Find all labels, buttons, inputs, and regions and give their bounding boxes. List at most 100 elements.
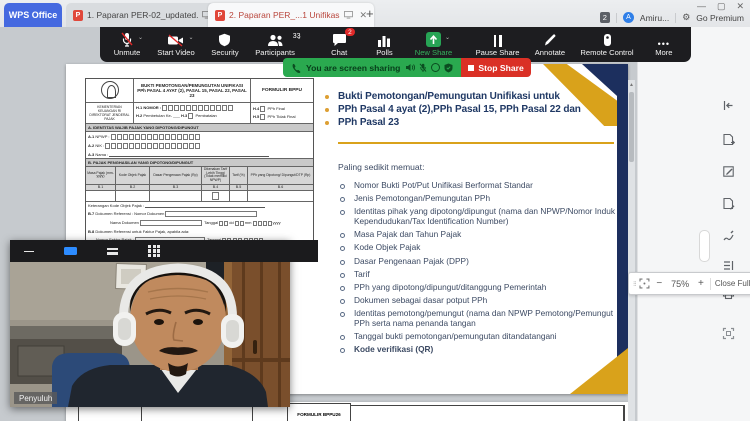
- divider: [616, 13, 617, 23]
- divider: [710, 278, 711, 290]
- title-bullet-dot: [325, 121, 329, 125]
- active-speaker-view-icon[interactable]: [64, 247, 77, 255]
- participant-video-window[interactable]: —: [10, 240, 290, 407]
- section-b-empty-row: [86, 191, 313, 202]
- edit-doc-icon[interactable]: [718, 161, 738, 181]
- export-doc-icon[interactable]: [718, 129, 738, 149]
- tab-paparan-per02[interactable]: P 1. Paparan PER-02_updated.pdf: [66, 3, 218, 27]
- ellipsis-icon: •••: [658, 32, 670, 47]
- annotate-doc-icon[interactable]: [718, 193, 738, 213]
- chat-button[interactable]: 2 Chat: [324, 32, 354, 57]
- screen: WPS Office P 1. Paparan PER-02_updated.p…: [0, 0, 750, 421]
- fit-screen-icon[interactable]: [639, 278, 650, 289]
- chevron-down-icon[interactable]: ⌄: [445, 34, 450, 41]
- close-button[interactable]: ✕: [736, 1, 744, 12]
- new-share-button[interactable]: ⌄ New Share: [415, 32, 453, 57]
- bullet-item: Jenis Pemotongan/Pemungutan PPh: [338, 194, 620, 204]
- keterangan-row: Keterangan Kode Objek Pajak :: [86, 202, 313, 210]
- new-tab-button[interactable]: +: [366, 6, 374, 21]
- unmute-button[interactable]: ⌄ Unmute: [112, 32, 142, 57]
- close-fullscreen-button[interactable]: Close Full S: [715, 279, 750, 288]
- article-26-title: ARTICLE 26: [142, 406, 253, 421]
- pdf-scrollbar[interactable]: ▲: [628, 80, 635, 421]
- account-name[interactable]: Amiru...: [640, 13, 669, 23]
- polls-icon: [377, 32, 391, 47]
- zoom-in-button[interactable]: +: [696, 278, 706, 289]
- sign-stamp-icon[interactable]: [718, 225, 738, 245]
- wps-office-button[interactable]: WPS Office: [4, 3, 62, 27]
- participants-button[interactable]: 33 ⌄ Participants: [255, 32, 295, 57]
- nik-row: A.2 NIK :: [86, 141, 313, 150]
- go-premium-button[interactable]: Go Premium: [696, 13, 744, 23]
- remote-control-button[interactable]: Remote Control: [580, 32, 633, 57]
- shield-check-icon: [444, 63, 453, 73]
- kemenkeu-logo: [101, 81, 119, 99]
- drag-handle-icon[interactable]: ⁝⁝: [633, 280, 635, 288]
- nama-row: A.3 Nama :: [86, 150, 313, 159]
- slide-bullet-list: Nomor Bukti Pot/Put Unifikasi Berformat …: [338, 181, 620, 359]
- polls-button[interactable]: Polls: [369, 32, 399, 57]
- stop-share-button[interactable]: Stop Share: [461, 58, 530, 77]
- scrollbar-thumb[interactable]: [629, 92, 634, 162]
- tab-paparan-unifikasi[interactable]: P 2. Paparan PER_...1 Unifikasi.pdf ✕: [208, 3, 374, 27]
- share-screen-icon: ⌄: [426, 32, 441, 47]
- bullet-item: PPh yang dipotong/dipungut/ditanggung Pe…: [338, 283, 620, 293]
- avatar[interactable]: A: [623, 12, 634, 23]
- title-bullet-dot: [325, 108, 329, 112]
- slide-intro: Paling sedikit memuat:: [338, 162, 424, 172]
- screenshot-icon[interactable]: [718, 323, 738, 343]
- start-video-button[interactable]: ⌄ Start Video: [157, 32, 194, 57]
- gallery-view-icon[interactable]: [148, 245, 160, 257]
- tax-form-image: BUKTI PEMOTONGAN/PEMUNGUTAN UNIFIKASI PP…: [85, 78, 314, 255]
- share-banner-message: You are screen sharing: [306, 63, 400, 73]
- bullet-item: Tarif: [338, 270, 620, 280]
- minimize-video-icon[interactable]: —: [24, 246, 34, 257]
- form-title2: PPh PASAL 4 AYAT (2), PASAL 15, PASAL 22…: [136, 88, 248, 98]
- bullet-item: Masa Pajak dan Tahun Pajak: [338, 230, 620, 240]
- list-view-icon[interactable]: [107, 248, 118, 255]
- tab-count-badge: 2: [600, 12, 610, 23]
- chevron-down-icon[interactable]: ⌄: [138, 34, 143, 41]
- bullet-item: Identitas pihak yang dipotong/dipungut (…: [338, 207, 620, 227]
- video-off-icon: ⌄: [167, 32, 184, 47]
- minimize-button[interactable]: —: [697, 1, 706, 12]
- form-nomor-row: H.1 NOMOR :: [136, 105, 248, 111]
- chat-icon: 2: [332, 32, 347, 47]
- zoom-level[interactable]: 75%: [668, 279, 692, 289]
- remote-control-icon: [603, 32, 612, 47]
- scroll-up-icon[interactable]: ▲: [628, 82, 635, 88]
- panel-scrollbar-thumb[interactable]: [699, 230, 710, 262]
- zoom-meeting-toolbar: ⌄ Unmute ⌄ Start Video Security 33 ⌄ Par…: [100, 27, 691, 62]
- npwp-row: A.1 NPWP :: [86, 132, 313, 141]
- next-page-form-header: ARTICLE 26: [78, 405, 625, 421]
- video-window-titlebar: —: [10, 240, 318, 262]
- security-button[interactable]: Security: [210, 32, 240, 57]
- participants-icon: 33 ⌄: [267, 32, 284, 47]
- bullet-item: Dokumen sebagai dasar potput PPh: [338, 296, 620, 306]
- b7-row: B.7 Dokumen Referensi : Nomor Dokumen: [86, 210, 313, 219]
- pencil-icon: [543, 32, 557, 47]
- screen-share-banner: You are screen sharing Stop Share: [283, 58, 531, 77]
- video-feed: Penyuluh: [10, 262, 290, 407]
- maximize-button[interactable]: ▢: [717, 1, 726, 12]
- section-b-header: B. PAJAK PENGHASILAN YANG DIPOTONG/DIPUN…: [86, 159, 313, 167]
- phone-icon: [291, 63, 301, 73]
- collapse-panel-icon[interactable]: [718, 95, 738, 115]
- stop-icon: [468, 65, 474, 71]
- bullet-item: Nomor Bukti Pot/Put Unifikasi Berformat …: [338, 181, 620, 191]
- chevron-down-icon[interactable]: ⌄: [297, 34, 302, 41]
- shield-icon: [218, 32, 231, 47]
- pause-share-button[interactable]: Pause Share: [476, 32, 520, 57]
- bullet-item: Tanggal bukti pemotongan/pemungutan dita…: [338, 332, 620, 342]
- formulir-bppu26-label: FORMULIR BPPU26: [287, 403, 351, 421]
- annotate-button[interactable]: Annotate: [535, 32, 565, 57]
- bullet-item: Kode Objek Pajak: [338, 243, 620, 253]
- chat-badge: 2: [345, 28, 355, 36]
- pph-tidak-final-row: H.5 PPh Tidak Final: [253, 114, 311, 120]
- zoom-out-button[interactable]: −: [654, 278, 664, 289]
- chevron-down-icon[interactable]: ⌄: [188, 34, 193, 41]
- title-underline: [338, 142, 614, 144]
- more-button[interactable]: ••• More: [649, 32, 679, 57]
- wps-zoom-bar: ⁝⁝ − 75% + Close Full S: [628, 272, 750, 295]
- ministry-line1: KEMENTERIAN KEUANGAN RI: [88, 105, 131, 113]
